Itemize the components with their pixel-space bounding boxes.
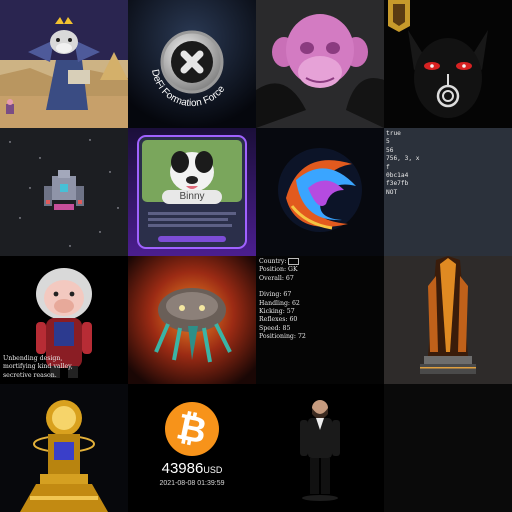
stats-handling: Handling: 62	[259, 299, 300, 307]
stats-speed: Speed: 85	[259, 324, 291, 332]
price-currency: USD	[203, 465, 223, 475]
tile-gentleman-figure[interactable]	[256, 384, 384, 512]
bitcoin-symbol: ₿	[173, 406, 211, 453]
caption-line: mortifying kind valley,	[3, 363, 73, 371]
astronaut-caption: Unbending design, mortifying kind valley,…	[3, 355, 127, 380]
tile-binny-dog-card[interactable]: Binny	[128, 128, 256, 256]
tile-bitcoin-price-card[interactable]: ₿ 43986USD 2021-08-08 01:39:59	[128, 384, 256, 512]
price-value: 43986	[161, 460, 204, 477]
fire-creature-illustration	[128, 256, 256, 384]
cat-mask-illustration	[384, 0, 512, 128]
bitcoin-price: 43986USD	[128, 460, 256, 478]
tile-player-stats-card[interactable]: Country: Position: GK Overall: 67 Diving…	[256, 256, 384, 384]
tile-gold-trophy-tower[interactable]	[384, 256, 512, 384]
pixel-spaceship-illustration	[0, 128, 128, 256]
tile-swirl-sphere[interactable]	[256, 128, 384, 256]
price-timestamp: 2021-08-08 01:39:59	[159, 480, 225, 487]
metadata-line: f	[386, 163, 390, 171]
binny-card-name: Binny	[179, 191, 205, 202]
swirl-sphere-illustration	[256, 128, 384, 256]
caption-line: Unbending design,	[3, 355, 63, 362]
metadata-line: 756, 3, x	[386, 155, 420, 163]
stats-positioning: Positioning: 72	[259, 333, 306, 341]
tile-fire-creature[interactable]	[128, 256, 256, 384]
stats-diving: Diving: 67	[259, 291, 292, 299]
gold-reactor-illustration	[0, 384, 128, 512]
nft-gallery-grid: DeFi Formation Force Binny true 5 56 756…	[0, 0, 512, 512]
tile-desert-dragon-scene[interactable]	[0, 0, 128, 128]
gentleman-illustration	[256, 384, 384, 512]
stats-reflexes: Reflexes: 60	[259, 316, 298, 324]
tile-pixel-spaceship[interactable]	[0, 128, 128, 256]
tile-black-cat-mask[interactable]	[384, 0, 512, 128]
metadata-line: NOT	[386, 188, 398, 196]
stats-position: Position: GK	[259, 266, 298, 274]
flag-icon	[288, 258, 300, 265]
pink-monkey-illustration	[256, 0, 384, 128]
tile-metadata-text-card[interactable]: true 5 56 756, 3, x f 0bc1a4 f3e7fb NOT	[384, 128, 512, 256]
stats-kicking: Kicking: 57	[259, 308, 295, 316]
caption-line: secretive reason.	[3, 371, 57, 379]
metadata-line: f3e7fb	[386, 180, 409, 188]
tile-gold-reactor-trophy[interactable]	[0, 384, 128, 512]
metadata-line: 5	[386, 138, 390, 146]
metadata-line: 0bc1a4	[386, 172, 409, 180]
bitcoin-icon: ₿	[165, 402, 219, 456]
stats-overall: Overall: 67	[259, 274, 294, 282]
metadata-line: true	[386, 130, 401, 137]
tile-astronaut-figure[interactable]: Unbending design, mortifying kind valley,…	[0, 256, 128, 384]
desert-dragon-illustration	[0, 0, 128, 128]
defi-coin-illustration: DeFi Formation Force	[128, 0, 256, 128]
trophy-tower-illustration	[384, 256, 512, 384]
metadata-line: 56	[386, 146, 394, 154]
stats-country: Country:	[259, 258, 384, 266]
tile-defi-force-coin[interactable]: DeFi Formation Force	[128, 0, 256, 128]
tile-pink-monkey-head[interactable]	[256, 0, 384, 128]
